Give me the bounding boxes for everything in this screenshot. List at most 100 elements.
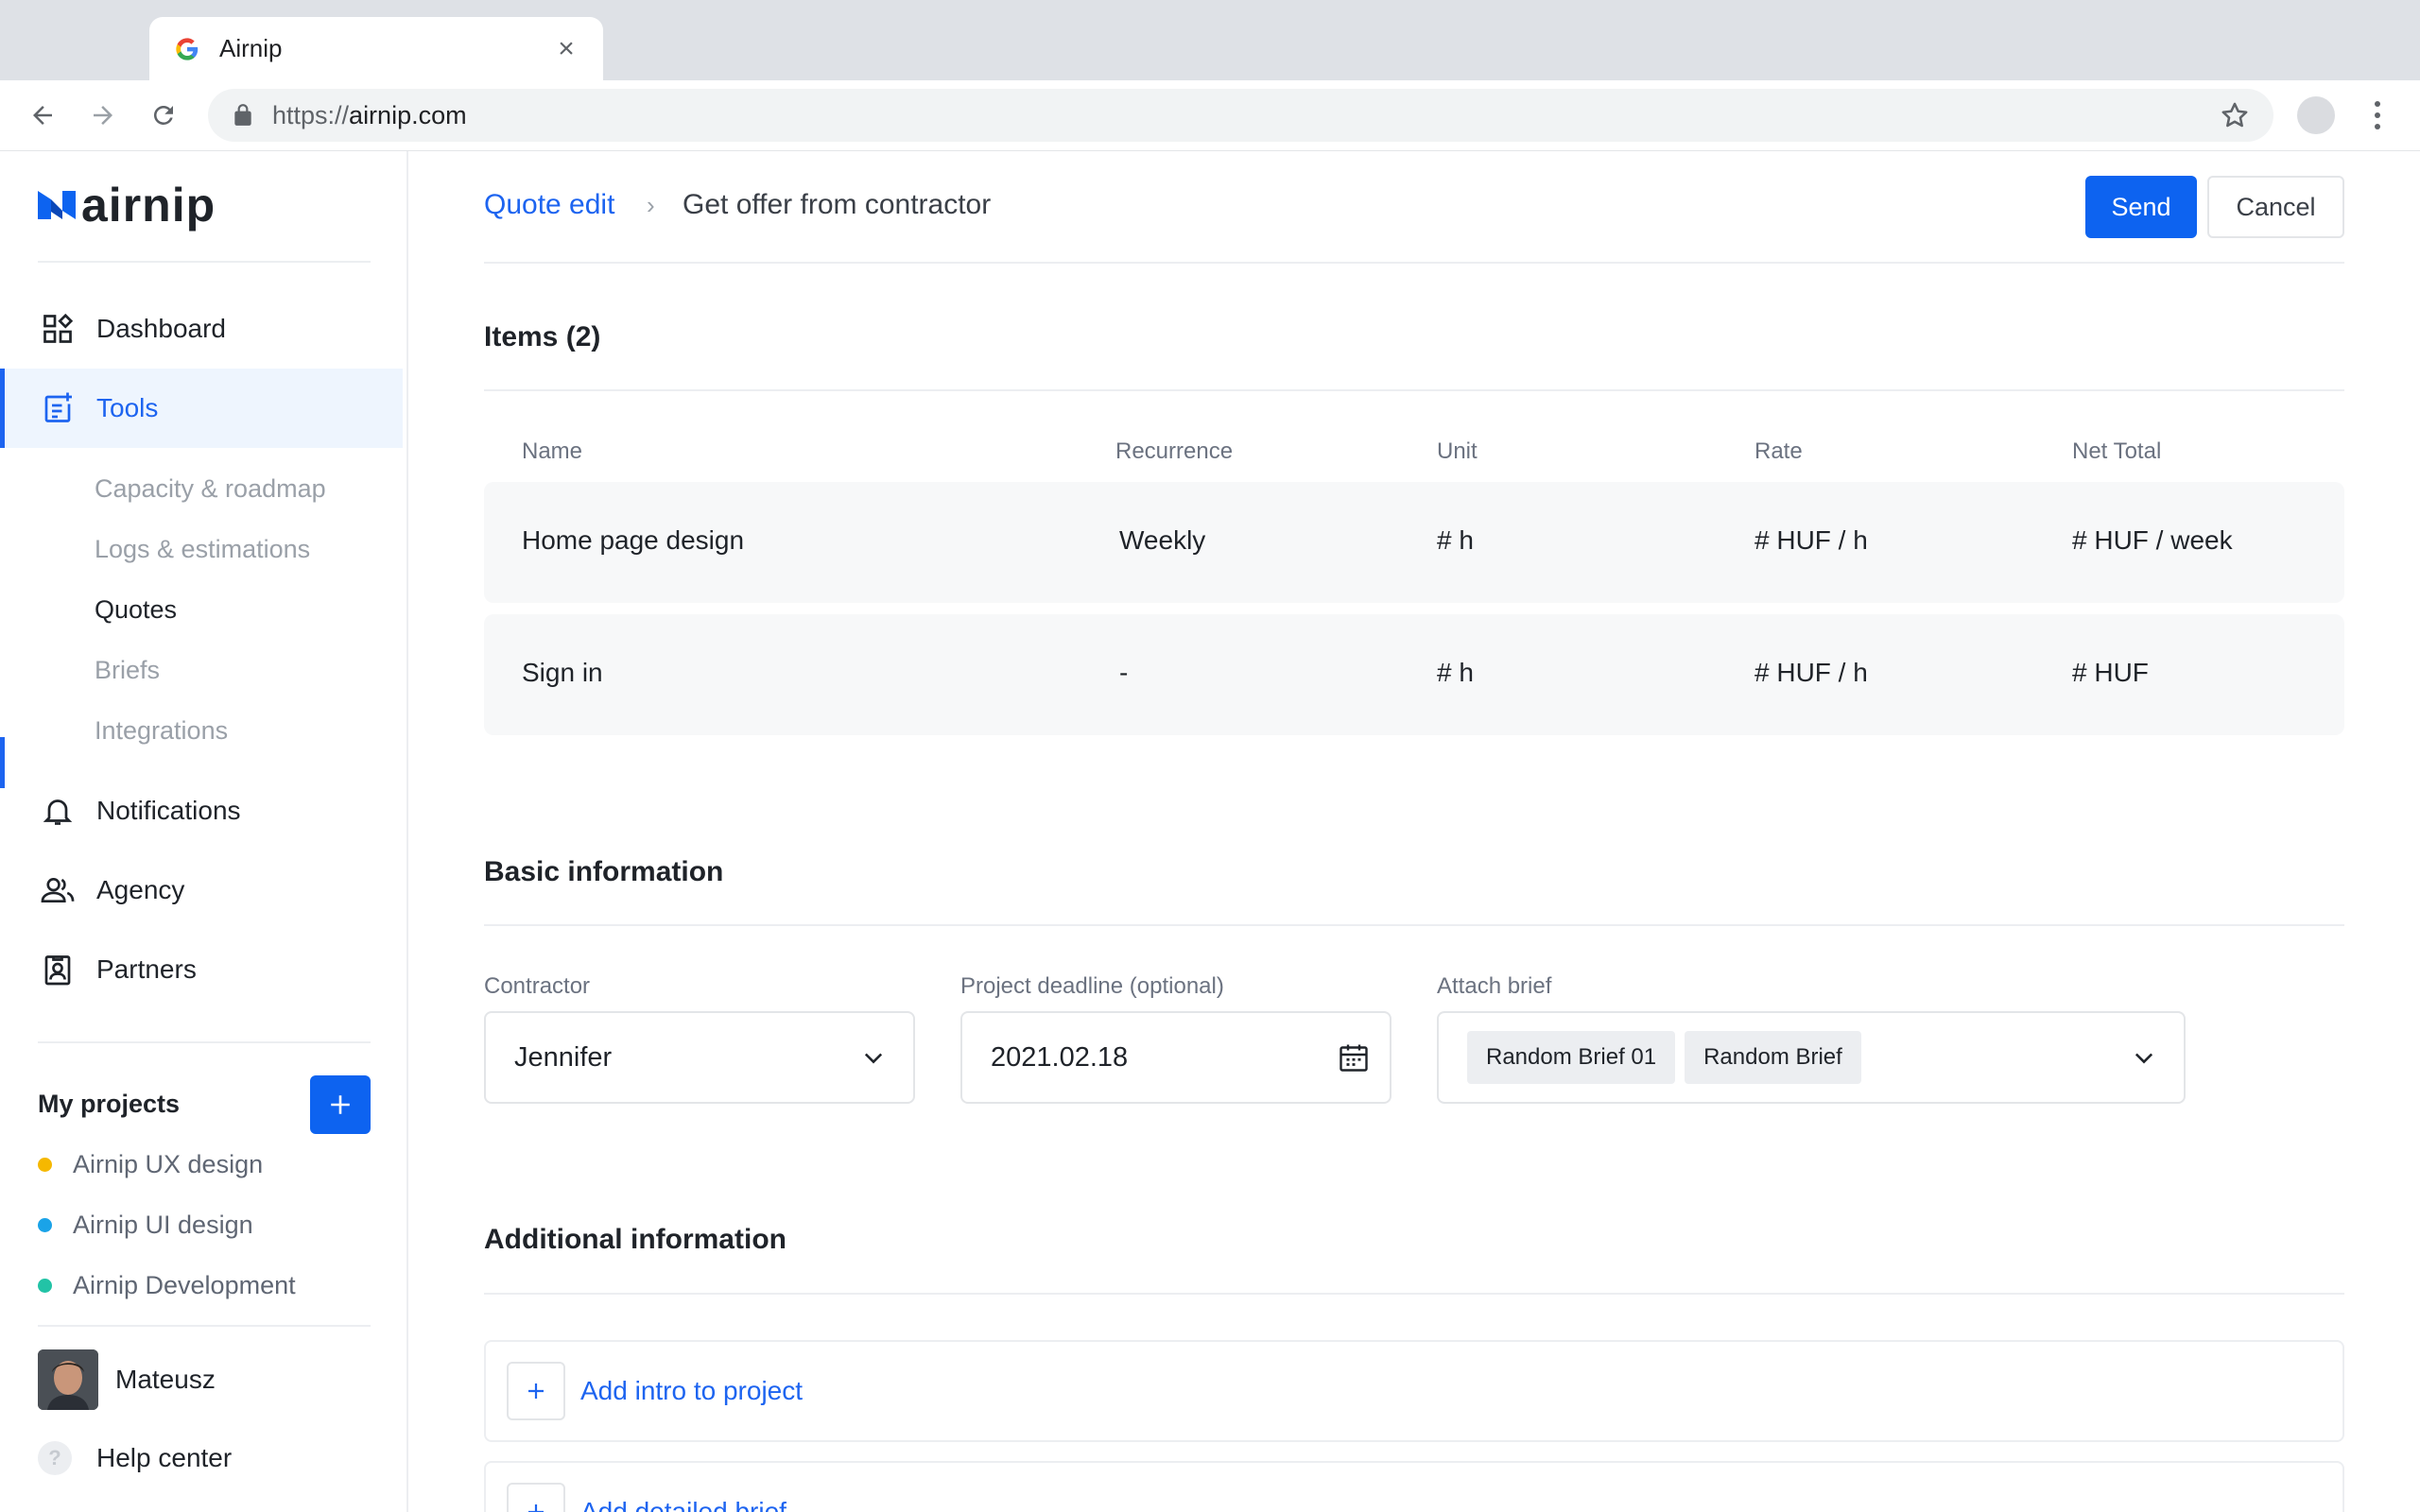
plus-icon (528, 1504, 544, 1512)
browser-menu-icon[interactable] (2363, 94, 2392, 137)
sidebar-item-label: Dashboard (96, 314, 226, 343)
contractor-value: Jennifer (514, 1041, 613, 1073)
sidebar-subitem-logs[interactable]: Logs & estimations (95, 535, 310, 564)
sidebar-item-label: Partners (96, 954, 197, 984)
deadline-label: Project deadline (optional) (960, 973, 1224, 999)
browser-tab[interactable]: Airnip × (149, 17, 603, 80)
calendar-icon[interactable] (1337, 1040, 1371, 1074)
cell-rate: # HUF / h (1754, 658, 1868, 687)
deadline-value: 2021.02.18 (991, 1041, 1129, 1073)
attach-brief-label: Attach brief (1437, 973, 1552, 999)
breadcrumb-chevron-icon: › (647, 191, 655, 219)
cell-recurrence: Weekly (1119, 525, 1206, 555)
page-title: Get offer from contractor (683, 189, 992, 220)
sidebar-subitem-integrations[interactable]: Integrations (95, 716, 228, 746)
chevron-down-icon (2135, 1053, 2153, 1064)
logo-text: airnip (81, 179, 216, 232)
page-header: Quote edit › Get offer from contractor S… (484, 174, 2344, 240)
profile-avatar-icon[interactable] (2297, 96, 2335, 134)
plus-icon (331, 1095, 350, 1114)
people-icon (40, 872, 76, 908)
column-header-net-total: Net Total (2072, 438, 2162, 464)
add-brief-link[interactable]: Add detailed brief (580, 1497, 786, 1512)
my-projects-heading: My projects (38, 1090, 181, 1118)
sidebar-divider (38, 1325, 371, 1327)
sidebar-subitem-quotes[interactable]: Quotes (95, 595, 177, 625)
add-brief-row[interactable]: Add detailed brief (484, 1461, 2344, 1512)
project-name: Airnip UI design (73, 1211, 253, 1239)
address-bar[interactable]: https://airnip.com (208, 89, 2273, 142)
sidebar-item-notifications[interactable]: Notifications (0, 771, 403, 850)
sidebar-item-partners[interactable]: Partners (0, 930, 403, 1009)
help-center-label: Help center (96, 1443, 233, 1472)
sidebar-item-tools[interactable]: Tools (0, 369, 403, 448)
help-center-link[interactable]: ? Help center (38, 1441, 232, 1475)
table-row[interactable]: Sign in - # h # HUF / h # HUF (484, 614, 2344, 735)
add-intro-row[interactable]: Add intro to project (484, 1340, 2344, 1442)
brief-chip[interactable]: Random Brief (1685, 1031, 1861, 1084)
lock-icon (234, 104, 251, 126)
send-button[interactable]: Send (2085, 176, 2197, 238)
items-heading: Items (2) (484, 321, 601, 352)
brief-chip[interactable]: Random Brief 01 (1467, 1031, 1676, 1084)
sidebar-item-label: Tools (96, 393, 159, 422)
cell-name: Home page design (522, 525, 745, 555)
airnip-logo[interactable]: airnip (38, 181, 216, 229)
browser-tabstrip: Airnip × (0, 0, 2420, 80)
section-divider (484, 1293, 2344, 1295)
tab-title: Airnip (219, 34, 283, 62)
sidebar-item-label: Agency (96, 875, 185, 904)
deadline-date-field[interactable]: 2021.02.18 (960, 1011, 1392, 1104)
add-project-button[interactable] (310, 1075, 371, 1134)
project-name: Airnip Development (73, 1271, 296, 1299)
sidebar-item-agency[interactable]: Agency (0, 850, 403, 930)
bookmark-star-icon[interactable] (2219, 99, 2251, 131)
project-item[interactable]: Airnip UI design (38, 1211, 253, 1240)
column-header-recurrence: Recurrence (1115, 438, 1234, 464)
sidebar-subitem-capacity[interactable]: Capacity & roadmap (95, 474, 326, 504)
section-divider (484, 924, 2344, 926)
sidebar-subitem-briefs[interactable]: Briefs (95, 656, 160, 685)
url-text[interactable]: https://airnip.com (272, 101, 2219, 130)
project-color-dot (38, 1218, 52, 1232)
cell-net-total: # HUF (2072, 658, 2149, 687)
sidebar-item-dashboard[interactable]: Dashboard (0, 289, 403, 369)
add-intro-plus-button[interactable] (507, 1362, 565, 1420)
sidebar: airnip Dashboard Tools Capacity & roadma… (0, 151, 408, 1512)
breadcrumb-link-quote-edit[interactable]: Quote edit (484, 189, 614, 221)
google-favicon-icon (176, 37, 199, 60)
plus-icon (528, 1383, 544, 1399)
add-brief-plus-button[interactable] (507, 1483, 565, 1512)
additional-information-heading: Additional information (484, 1224, 786, 1255)
column-header-name: Name (522, 438, 583, 464)
basic-information-heading: Basic information (484, 856, 724, 887)
forward-arrow-icon[interactable] (81, 94, 125, 137)
attach-brief-multiselect[interactable]: Random Brief 01 Random Brief (1437, 1011, 2186, 1104)
dashboard-icon (40, 311, 76, 347)
column-header-rate: Rate (1754, 438, 1803, 464)
column-header-unit: Unit (1437, 438, 1478, 464)
project-item[interactable]: Airnip UX design (38, 1150, 263, 1179)
cell-recurrence: - (1119, 658, 1129, 687)
project-color-dot (38, 1158, 52, 1172)
project-item[interactable]: Airnip Development (38, 1271, 296, 1300)
cell-rate: # HUF / h (1754, 525, 1868, 555)
cell-unit: # h (1437, 525, 1474, 555)
user-profile[interactable]: Mateusz (38, 1349, 216, 1410)
table-row[interactable]: Home page design Weekly # h # HUF / h # … (484, 482, 2344, 603)
cell-net-total: # HUF / week (2072, 525, 2233, 555)
cancel-button[interactable]: Cancel (2207, 176, 2344, 238)
user-name: Mateusz (115, 1365, 216, 1394)
bell-icon (40, 793, 76, 829)
add-intro-link[interactable]: Add intro to project (580, 1376, 803, 1406)
contractor-select[interactable]: Jennifer (484, 1011, 915, 1104)
tools-icon (40, 390, 76, 426)
reload-icon[interactable] (142, 94, 185, 137)
help-question-icon: ? (38, 1441, 72, 1475)
project-name: Airnip UX design (73, 1150, 264, 1178)
tab-close-icon[interactable]: × (552, 34, 580, 63)
back-arrow-icon[interactable] (21, 94, 64, 137)
sidebar-divider (38, 261, 371, 263)
browser-toolbar: https://airnip.com (0, 80, 2420, 151)
chevron-down-icon (864, 1053, 883, 1064)
